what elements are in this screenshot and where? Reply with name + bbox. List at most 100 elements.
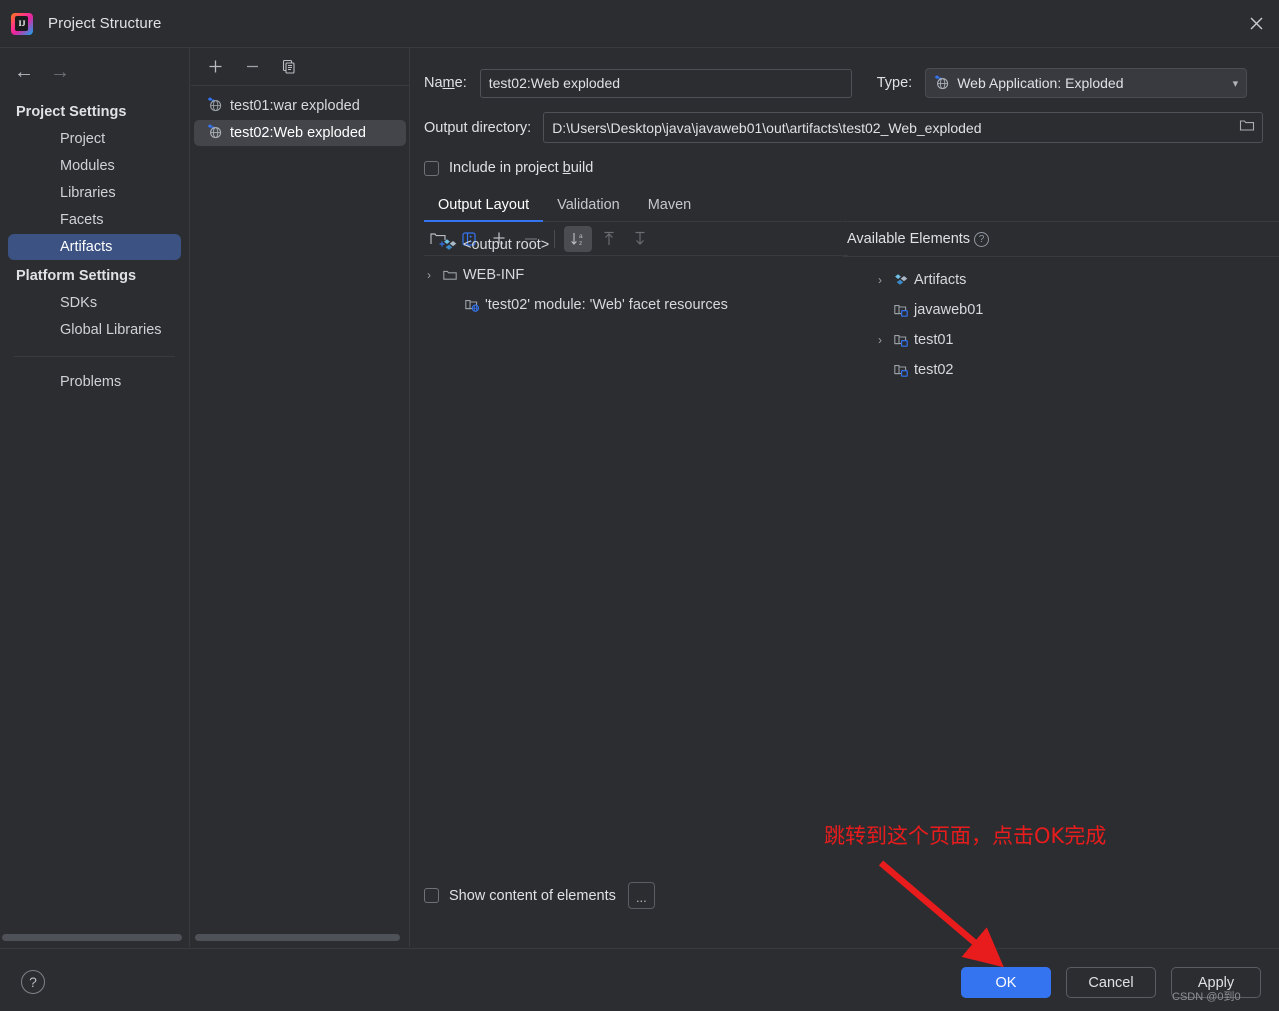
artifact-web-icon bbox=[207, 123, 223, 143]
artifact-web-icon bbox=[207, 96, 223, 116]
module-web-icon bbox=[462, 297, 482, 313]
chevron-right-icon[interactable]: › bbox=[869, 333, 891, 347]
title-bar: IJ Project Structure bbox=[0, 0, 1279, 48]
show-content-row: Show content of elements ... bbox=[411, 882, 1279, 909]
output-directory-label: Output directory: bbox=[424, 119, 532, 136]
help-icon[interactable]: ? bbox=[21, 970, 45, 994]
remove-artifact-button[interactable] bbox=[239, 54, 265, 80]
tree-node-facet-resources[interactable]: › 'test02' module: 'Web' facet resources bbox=[418, 290, 842, 320]
chevron-right-icon[interactable]: › bbox=[418, 268, 440, 282]
tab-output-layout[interactable]: Output Layout bbox=[424, 192, 544, 222]
module-icon bbox=[891, 362, 911, 378]
annotation-text: 跳转到这个页面，点击OK完成 bbox=[824, 824, 1107, 848]
tree-twisty: › bbox=[418, 238, 440, 252]
show-content-of-elements-label: Show content of elements bbox=[449, 887, 616, 904]
sidebar-item-artifacts[interactable]: Artifacts bbox=[8, 234, 181, 260]
artifact-list-horizontal-scrollbar[interactable] bbox=[195, 934, 400, 941]
tree-node-label: test01 bbox=[914, 332, 954, 348]
nav-group-platform-settings: Platform Settings bbox=[16, 268, 137, 284]
sidebar-horizontal-scrollbar[interactable] bbox=[2, 934, 182, 941]
cancel-button[interactable]: Cancel bbox=[1066, 967, 1156, 998]
folder-icon bbox=[440, 267, 460, 283]
chevron-right-icon[interactable]: › bbox=[869, 273, 891, 287]
artifact-list: test01:war exploded test02:Web exploded bbox=[191, 86, 409, 146]
tree-node-label: WEB-INF bbox=[463, 267, 525, 283]
artifact-diamond-icon bbox=[891, 273, 911, 288]
sidebar-item-facets[interactable]: Facets bbox=[8, 207, 181, 233]
window-title: Project Structure bbox=[48, 15, 162, 32]
artifact-web-icon bbox=[934, 74, 950, 93]
copy-artifact-button[interactable] bbox=[276, 54, 302, 80]
chevron-down-icon: ▾ bbox=[1232, 77, 1239, 90]
tree-node-web-inf[interactable]: › WEB-INF bbox=[418, 260, 842, 290]
name-label: Name: bbox=[424, 75, 467, 91]
nav-group-project-settings: Project Settings bbox=[16, 104, 127, 120]
close-icon[interactable] bbox=[1233, 0, 1279, 46]
artifact-list-toolbar bbox=[191, 48, 409, 86]
artifact-diamond-icon bbox=[440, 238, 460, 253]
sidebar-divider bbox=[14, 356, 175, 357]
available-elements-tree: › Artifacts › bbox=[843, 257, 1279, 385]
arrow-right-icon[interactable]: → bbox=[50, 62, 70, 82]
tree-node-test01[interactable]: › test01 bbox=[843, 325, 1279, 355]
name-type-row: Name: test02:Web exploded Type: Web Appl… bbox=[411, 48, 1279, 98]
artifact-type-value: Web Application: Exploded bbox=[957, 75, 1124, 91]
include-in-project-build-label: Include in project build bbox=[449, 160, 594, 176]
show-content-of-elements-checkbox[interactable] bbox=[424, 888, 439, 903]
tree-twisty: › bbox=[440, 298, 462, 312]
more-options-button[interactable]: ... bbox=[627, 882, 655, 909]
tree-node-artifacts[interactable]: › Artifacts bbox=[843, 265, 1279, 295]
output-directory-input[interactable]: D:\Users\Desktop\java\javaweb01\out\arti… bbox=[543, 112, 1263, 143]
available-elements-pane: Available Elements ? › Artifacts javaweb… bbox=[843, 222, 1279, 385]
tab-validation[interactable]: Validation bbox=[543, 192, 634, 222]
settings-sidebar: ← → Project Settings Project Modules Lib… bbox=[0, 48, 190, 947]
intellij-idea-logo-icon: IJ bbox=[11, 12, 33, 35]
artifact-list-panel: test01:war exploded test02:Web exploded bbox=[191, 48, 410, 947]
include-in-project-build-row[interactable]: Include in project build bbox=[411, 143, 1279, 176]
module-icon bbox=[891, 332, 911, 348]
tree-node-label: javaweb01 bbox=[914, 302, 984, 318]
sidebar-item-problems[interactable]: Problems bbox=[8, 369, 181, 395]
list-item-label: test02:Web exploded bbox=[230, 125, 366, 141]
module-icon bbox=[891, 302, 911, 318]
include-in-project-build-checkbox[interactable] bbox=[424, 160, 439, 176]
type-label: Type: bbox=[876, 75, 913, 91]
tree-twisty: › bbox=[869, 303, 891, 317]
tree-node-label: Artifacts bbox=[914, 272, 967, 288]
tree-node-javaweb01[interactable]: › javaweb01 bbox=[843, 295, 1279, 325]
watermark: CSDN @0到0 bbox=[1172, 991, 1241, 1003]
name-input-value: test02:Web exploded bbox=[488, 75, 621, 91]
output-layout-tree-pane: › <output root> › bbox=[418, 222, 842, 320]
editor-tabs: Output Layout Validation Maven bbox=[424, 192, 1279, 222]
output-directory-row: Output directory: D:\Users\Desktop\java\… bbox=[411, 98, 1279, 143]
question-mark-icon[interactable]: ? bbox=[974, 231, 990, 247]
arrow-left-icon[interactable]: ← bbox=[14, 62, 34, 82]
sidebar-item-global-libraries[interactable]: Global Libraries bbox=[8, 317, 181, 343]
name-input[interactable]: test02:Web exploded bbox=[479, 68, 852, 98]
list-item[interactable]: test01:war exploded bbox=[194, 93, 406, 119]
tree-node-label: <output root> bbox=[463, 237, 550, 253]
artifact-type-select[interactable]: Web Application: Exploded ▾ bbox=[925, 68, 1248, 98]
available-elements-title: Available Elements bbox=[847, 231, 971, 247]
sidebar-item-libraries[interactable]: Libraries bbox=[8, 180, 181, 206]
list-item[interactable]: test02:Web exploded bbox=[194, 120, 406, 146]
sidebar-item-project[interactable]: Project bbox=[8, 126, 181, 152]
tab-maven[interactable]: Maven bbox=[634, 192, 706, 222]
output-directory-value: D:\Users\Desktop\java\javaweb01\out\arti… bbox=[552, 119, 982, 136]
artifact-editor: Name: test02:Web exploded Type: Web Appl… bbox=[411, 48, 1279, 947]
annotation-arrow-icon bbox=[878, 860, 1004, 968]
add-artifact-button[interactable] bbox=[202, 54, 228, 80]
sidebar-item-modules[interactable]: Modules bbox=[8, 153, 181, 179]
tree-twisty: › bbox=[869, 363, 891, 377]
tree-node-label: test02 bbox=[914, 362, 954, 378]
available-elements-header: Available Elements ? bbox=[843, 222, 1279, 256]
tree-node-label: 'test02' module: 'Web' facet resources bbox=[485, 297, 728, 313]
sidebar-item-sdks[interactable]: SDKs bbox=[8, 290, 181, 316]
tree-node-output-root[interactable]: › <output root> bbox=[418, 230, 842, 260]
project-structure-dialog: IJ Project Structure ← → Project Setting… bbox=[0, 0, 1279, 1011]
output-layout-tree: › <output root> › bbox=[418, 222, 842, 320]
list-item-label: test01:war exploded bbox=[230, 98, 360, 114]
tree-node-test02[interactable]: › test02 bbox=[843, 355, 1279, 385]
folder-icon[interactable] bbox=[1239, 117, 1255, 138]
nav-history-controls: ← → bbox=[0, 48, 189, 96]
